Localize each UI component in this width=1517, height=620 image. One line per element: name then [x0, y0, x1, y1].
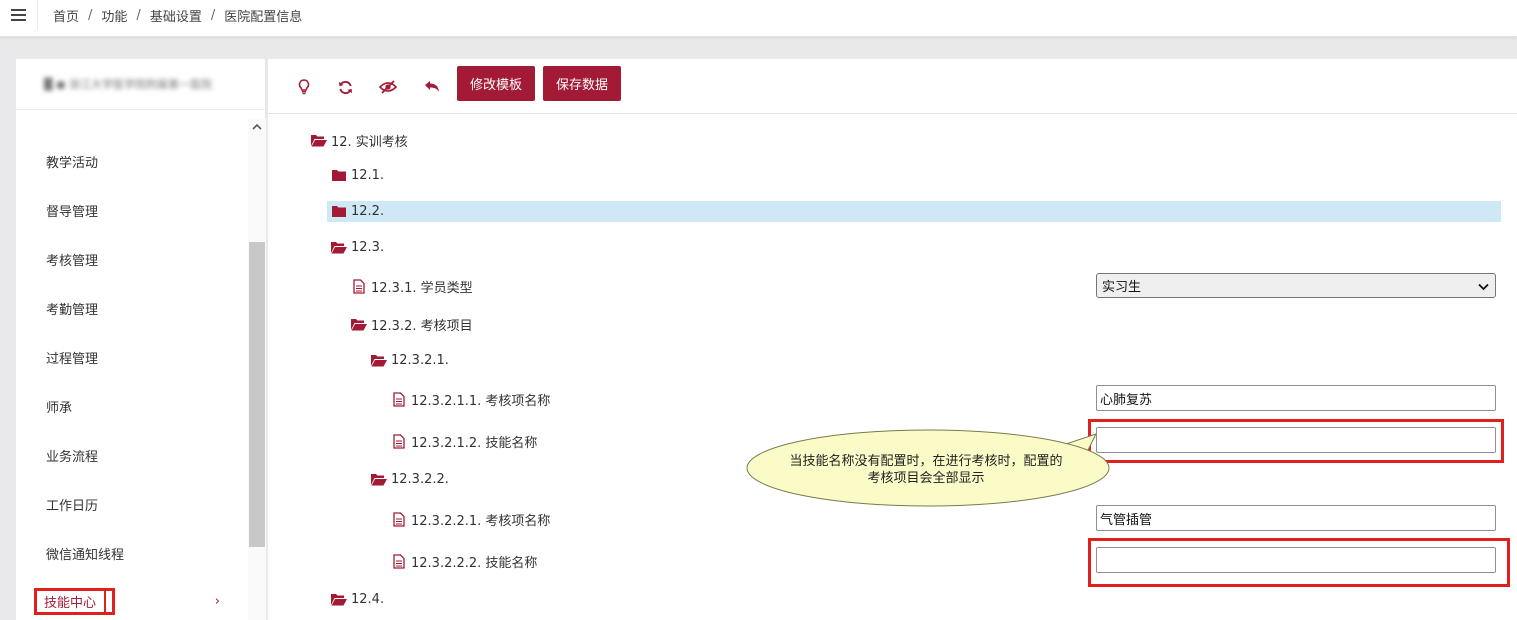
tree-node-label: 12.1.	[351, 167, 385, 183]
folder-open-icon	[331, 240, 347, 254]
item2-name-input[interactable]	[1096, 505, 1496, 531]
tree-node-label: 12.3.2. 考核项目	[371, 318, 473, 334]
tree-node-12-3-2-1[interactable]: 12.3.2.1.	[371, 348, 449, 372]
sidebar-item-workflow[interactable]: 业务流程	[16, 441, 248, 469]
chevron-right-icon: ›	[214, 593, 220, 609]
sidebar-scrollbar[interactable]	[248, 118, 266, 620]
hamburger-menu-icon[interactable]	[0, 0, 38, 30]
selected-row-highlight	[327, 201, 1501, 222]
file-icon	[391, 391, 407, 407]
lightbulb-icon[interactable]	[292, 75, 316, 99]
sidebar-item-label: 师承	[46, 400, 73, 416]
chevron-down-icon	[1478, 280, 1489, 295]
tree-node-label: 12.2.	[351, 203, 385, 219]
breadcrumb-basic-settings[interactable]: 基础设置	[150, 6, 202, 25]
tree-node-12-4[interactable]: 12.4.	[331, 587, 384, 611]
file-icon	[391, 511, 407, 527]
file-icon	[391, 433, 407, 449]
save-data-button[interactable]: 保存数据	[543, 66, 622, 101]
sidebar-item-attendance[interactable]: 考勤管理	[16, 294, 248, 322]
tree-node-12-3-2-2-1: 12.3.2.2.1. 考核项名称	[391, 507, 550, 531]
sidebar-item-assessment[interactable]: 考核管理	[16, 245, 248, 273]
scrollbar-thumb[interactable]	[249, 242, 265, 547]
annotation-callout: 当技能名称没有配置时，在进行考核时，配置的考核项目会全部显示	[746, 420, 1110, 508]
sidebar-item-supervision[interactable]: 督导管理	[16, 196, 248, 224]
sidebar-item-label: 考核管理	[46, 253, 99, 269]
tree-node-12-3-2-1-1: 12.3.2.1.1. 考核项名称	[391, 387, 550, 411]
sidebar-item-mentorship[interactable]: 师承	[16, 392, 248, 420]
folder-open-icon	[371, 472, 387, 486]
tree-node-12-3-2-2[interactable]: 12.3.2.2.	[371, 467, 449, 491]
sidebar: █ ● 浙江大学医学院附属第一医院 教学活动 督导管理 考核管理 考勤管理 过程…	[16, 59, 266, 620]
folder-open-icon	[331, 592, 347, 606]
tree-node-label: 12.4.	[351, 591, 385, 607]
callout-text: 当技能名称没有配置时，在进行考核时，配置的考核项目会全部显示	[789, 454, 1063, 486]
edit-template-button[interactable]: 修改模板	[457, 66, 536, 101]
eye-slash-icon[interactable]	[376, 75, 400, 99]
student-type-value: 实习生	[1102, 280, 1142, 295]
tree-node-12-3-2-2-2: 12.3.2.2.2. 技能名称	[391, 549, 537, 573]
breadcrumb-separator: /	[210, 8, 216, 23]
breadcrumb: 首页 / 功能 / 基础设置 / 医院配置信息	[53, 6, 302, 25]
sidebar-item-label: 工作日历	[46, 498, 99, 514]
tree-node-12[interactable]: 12. 实训考核	[311, 128, 408, 152]
tree-node-12-2[interactable]: 12.2.	[331, 199, 384, 223]
item1-skill-input[interactable]	[1096, 427, 1496, 453]
breadcrumb-separator: /	[136, 8, 141, 23]
tree-node-12-3-2[interactable]: 12.3.2. 考核项目	[351, 312, 473, 336]
sidebar-item-work-calendar[interactable]: 工作日历	[16, 490, 248, 518]
folder-icon	[331, 204, 347, 218]
sidebar-item-process[interactable]: 过程管理	[16, 343, 248, 371]
sidebar-item-label: 过程管理	[46, 351, 99, 367]
top-bar: 首页 / 功能 / 基础设置 / 医院配置信息	[0, 0, 1517, 37]
sidebar-nav: 教学活动 督导管理 考核管理 考勤管理 过程管理 师承 业务流程 工作日历 微信…	[16, 110, 248, 620]
folder-open-icon	[311, 133, 327, 147]
sidebar-item-label: 督导管理	[46, 204, 99, 220]
folder-open-icon	[371, 353, 387, 367]
main-panel: 修改模板 保存数据 12. 实训考核 12.1. 12.2. 12.3. 12.…	[268, 59, 1517, 620]
sidebar-item-label: 微信通知线程	[46, 547, 125, 563]
org-header: █ ● 浙江大学医学院附属第一医院	[16, 59, 265, 110]
tree-node-label: 12.3.	[351, 239, 385, 255]
tree-node-label: 12.3.2.1.	[391, 352, 449, 368]
tree-node-label: 12.3.1. 学员类型	[371, 280, 473, 296]
tree-node-label: 12.3.2.1.2. 技能名称	[411, 435, 538, 451]
file-icon	[351, 278, 367, 294]
tree-node-12-3-1: 12.3.1. 学员类型	[351, 274, 473, 298]
sidebar-item-label: 考勤管理	[46, 302, 99, 318]
file-icon	[391, 553, 407, 569]
undo-icon[interactable]	[420, 75, 444, 99]
sidebar-item-skill-center[interactable]: 技能中心 ›	[16, 587, 248, 615]
tree-node-label: 12. 实训考核	[331, 134, 408, 150]
tree-node-12-1[interactable]: 12.1.	[331, 163, 384, 187]
tree-node-12-3[interactable]: 12.3.	[331, 235, 384, 259]
item1-name-input[interactable]	[1096, 385, 1496, 411]
tree-node-12-3-2-1-2: 12.3.2.1.2. 技能名称	[391, 429, 537, 453]
refresh-icon[interactable]	[333, 75, 357, 99]
folder-open-icon	[351, 317, 367, 331]
student-type-select[interactable]: 实习生	[1096, 273, 1496, 298]
item2-skill-input[interactable]	[1096, 547, 1496, 573]
tree-node-label: 12.3.2.1.1. 考核项名称	[411, 393, 551, 409]
tree-node-label: 12.3.2.2.	[391, 471, 449, 487]
breadcrumb-current: 医院配置信息	[224, 10, 303, 25]
sidebar-item-label: 业务流程	[46, 449, 99, 465]
breadcrumb-functions[interactable]: 功能	[101, 6, 127, 25]
toolbar: 修改模板 保存数据	[268, 59, 1517, 114]
sidebar-item-wechat-notify[interactable]: 微信通知线程	[16, 539, 248, 567]
breadcrumb-home[interactable]: 首页	[53, 6, 79, 25]
folder-icon	[331, 168, 347, 182]
sidebar-item-label: 技能中心	[34, 587, 107, 615]
sidebar-item-teaching-activity[interactable]: 教学活动	[16, 147, 248, 175]
breadcrumb-separator: /	[88, 8, 93, 23]
org-name: █ ● 浙江大学医学院附属第一医院	[44, 78, 213, 91]
scroll-up-arrow-icon[interactable]	[248, 118, 266, 134]
tree-node-label: 12.3.2.2.1. 考核项名称	[411, 513, 551, 529]
tree-node-label: 12.3.2.2.2. 技能名称	[411, 555, 538, 571]
sidebar-item-label: 教学活动	[46, 155, 99, 171]
